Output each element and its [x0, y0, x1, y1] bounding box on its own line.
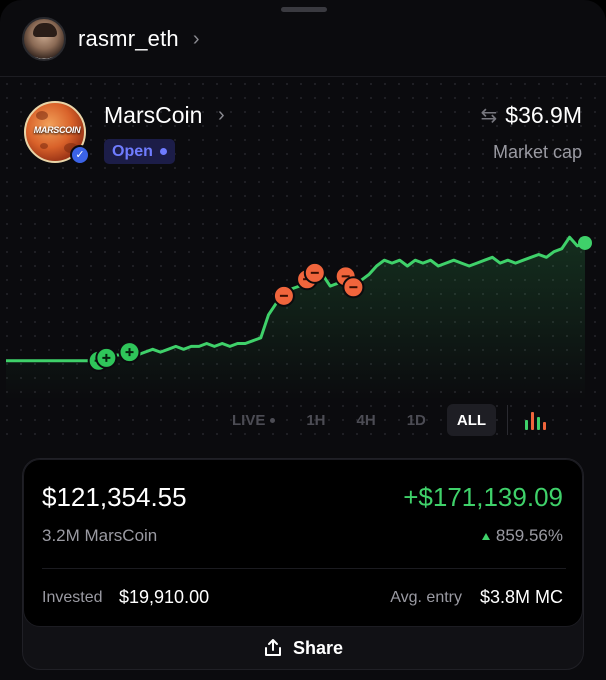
coin-logo-text: MARSCOIN — [33, 125, 81, 135]
tab-1d-label: 1D — [406, 411, 426, 429]
sell-marker[interactable] — [272, 284, 295, 307]
candlestick-chart-icon[interactable] — [525, 410, 547, 430]
chevron-right-icon: › — [218, 104, 225, 126]
buy-marker[interactable] — [95, 346, 118, 369]
verified-check-icon: ✓ — [70, 145, 90, 165]
chevron-right-icon: › — [192, 27, 200, 50]
status-badge: Open — [104, 139, 175, 164]
tab-all-label: ALL — [456, 411, 487, 429]
invested-label: Invested — [42, 589, 103, 606]
up-triangle-icon — [481, 532, 490, 540]
tab-4h-label: 4H — [356, 411, 376, 429]
invested-value: $19,910.00 — [119, 587, 210, 607]
username: rasmr_eth — [78, 26, 179, 51]
current-price-dot — [578, 235, 592, 250]
pnl-percent: 859.56% — [495, 526, 563, 545]
buy-marker[interactable] — [118, 341, 141, 364]
tab-1h[interactable]: 1H — [296, 404, 335, 436]
position-card: $121,354.55 3.2M MarsCoin +$171,139.09 8… — [22, 458, 584, 670]
tab-live-label: LIVE — [232, 411, 266, 429]
sell-marker[interactable] — [342, 276, 365, 299]
tab-all[interactable]: ALL — [446, 404, 497, 436]
avg-entry-label: Avg. entry — [390, 589, 462, 606]
position-summary: $121,354.55 3.2M MarsCoin +$171,139.09 8… — [23, 459, 583, 627]
summary-divider — [42, 568, 566, 569]
pnl-percent-row: 859.56% — [481, 526, 563, 546]
bottom-sheet: rasmr_eth › MARSCOIN ✓ MarsCoin › Open ⇆… — [0, 0, 606, 680]
market-cap-label: Market cap — [492, 142, 582, 162]
avg-entry-value: $3.8M MC — [479, 587, 563, 607]
tab-1h-label: 1H — [306, 411, 326, 429]
timeframe-divider — [507, 405, 509, 435]
live-dot-icon — [270, 417, 276, 423]
coin-name[interactable]: MarsCoin — [104, 102, 202, 129]
drag-handle[interactable] — [281, 7, 327, 12]
pnl-value: +$171,139.09 — [403, 482, 563, 512]
position-value: $121,354.55 — [42, 482, 187, 512]
user-header[interactable]: rasmr_eth › — [22, 16, 200, 62]
tab-4h[interactable]: 4H — [347, 404, 386, 436]
share-label: Share — [292, 637, 344, 658]
position-amount: 3.2M MarsCoin — [42, 526, 158, 545]
user-avatar — [22, 17, 66, 61]
market-cap-row[interactable]: ⇆ $36.9M — [481, 102, 582, 129]
swap-arrows-icon[interactable]: ⇆ — [481, 103, 498, 128]
market-cap-value: $36.9M — [505, 102, 582, 128]
sell-marker[interactable] — [303, 261, 326, 284]
timeframe-selector: LIVE 1H 4H 1D ALL — [222, 404, 547, 436]
share-button[interactable]: Share — [23, 627, 583, 669]
tab-1d[interactable]: 1D — [397, 404, 436, 436]
tab-live[interactable]: LIVE — [222, 404, 285, 436]
price-chart[interactable] — [0, 200, 606, 400]
share-icon — [264, 639, 281, 656]
status-label: Open — [112, 142, 153, 160]
status-dot-icon — [159, 148, 167, 155]
